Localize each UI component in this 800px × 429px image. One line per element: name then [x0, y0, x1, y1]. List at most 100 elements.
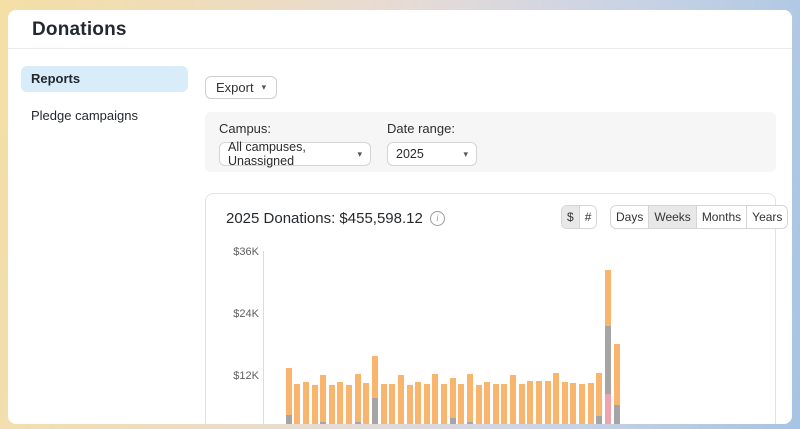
bar-week-7[interactable] [337, 382, 343, 424]
date-range-filter: Date range: 2025 ▾ [387, 121, 477, 166]
bar-week-22[interactable] [467, 374, 473, 424]
campus-select-value: All campuses, Unassigned [228, 140, 357, 168]
bar-segment [493, 384, 499, 424]
bar-segment [329, 385, 335, 424]
bar-week-15[interactable] [407, 385, 413, 424]
bar-week-38[interactable] [605, 270, 611, 424]
bar-segment [605, 394, 611, 424]
bar-segment [467, 374, 473, 422]
bar-segment [303, 382, 309, 424]
bar-week-4[interactable] [312, 385, 318, 424]
y-axis-tick: $12K [206, 370, 259, 382]
bar-segment [553, 373, 559, 424]
bar-segment [355, 374, 361, 422]
bar-segment [605, 270, 611, 327]
bar-week-34[interactable] [570, 383, 576, 424]
bar-week-2[interactable] [294, 384, 300, 424]
sidebar-item-reports[interactable]: Reports [21, 66, 188, 92]
bar-segment [355, 422, 361, 424]
bar-segment [441, 384, 447, 424]
bar-segment [536, 381, 542, 424]
bar-segment [337, 382, 343, 424]
bar-week-3[interactable] [303, 382, 309, 424]
bar-segment [484, 382, 490, 424]
page-frame: Donations Reports Pledge campaigns Expor… [0, 0, 800, 429]
bar-week-8[interactable] [346, 385, 352, 424]
bar-segment [320, 375, 326, 422]
bar-week-39[interactable] [614, 344, 620, 424]
bar-week-21[interactable] [458, 384, 464, 424]
bar-week-25[interactable] [493, 384, 499, 424]
bar-week-31[interactable] [545, 381, 551, 424]
bar-week-28[interactable] [519, 384, 525, 424]
bar-week-10[interactable] [363, 383, 369, 424]
bar-segment [570, 383, 576, 424]
bar-segment [432, 374, 438, 424]
app-header: Donations [8, 10, 792, 49]
bar-week-29[interactable] [527, 381, 533, 424]
bar-week-6[interactable] [329, 385, 335, 424]
bar-segment [596, 373, 602, 416]
date-range-select[interactable]: 2025 ▾ [387, 142, 477, 166]
bar-week-18[interactable] [432, 374, 438, 424]
bar-segment [346, 385, 352, 424]
bar-week-14[interactable] [398, 375, 404, 424]
sidebar-item-pledge-campaigns[interactable]: Pledge campaigns [21, 103, 188, 129]
caret-down-icon: ▾ [262, 83, 267, 92]
bar-week-20[interactable] [450, 378, 456, 424]
bar-segment [294, 384, 300, 424]
bar-week-35[interactable] [579, 384, 585, 424]
bar-segment [605, 326, 611, 394]
bar-week-12[interactable] [381, 384, 387, 424]
bar-segment [450, 378, 456, 418]
bar-segment [467, 422, 473, 424]
y-axis-tick: $24K [206, 308, 259, 320]
bar-segment [450, 418, 456, 424]
bar-segment [389, 384, 395, 424]
bar-week-32[interactable] [553, 373, 559, 424]
bar-segment [519, 384, 525, 424]
bar-week-36[interactable] [588, 383, 594, 424]
bar-segment [510, 375, 516, 424]
bar-week-33[interactable] [562, 382, 568, 424]
bar-week-37[interactable] [596, 373, 602, 424]
app-window: Donations Reports Pledge campaigns Expor… [8, 10, 792, 424]
bar-segment [407, 385, 413, 424]
date-range-label: Date range: [387, 121, 477, 136]
bar-week-27[interactable] [510, 375, 516, 424]
bar-segment [312, 385, 318, 424]
bar-segment [372, 356, 378, 398]
campus-filter: Campus: All campuses, Unassigned ▾ [219, 121, 371, 166]
filter-panel: Campus: All campuses, Unassigned ▾ Date … [205, 112, 776, 172]
caret-down-icon: ▾ [357, 150, 362, 159]
bar-segment [286, 415, 292, 424]
bar-week-19[interactable] [441, 384, 447, 424]
campus-select[interactable]: All campuses, Unassigned ▾ [219, 142, 371, 166]
bar-week-16[interactable] [415, 382, 421, 424]
bar-segment [562, 382, 568, 424]
page-title: Donations [32, 19, 127, 41]
bar-week-30[interactable] [536, 381, 542, 424]
bar-segment [614, 405, 620, 424]
export-button[interactable]: Export ▾ [205, 76, 277, 99]
bar-segment [545, 381, 551, 424]
sidebar-item-label: Reports [31, 71, 80, 86]
bar-week-9[interactable] [355, 374, 361, 424]
bar-segment [320, 422, 326, 424]
y-axis-line [263, 251, 264, 424]
bar-week-17[interactable] [424, 384, 430, 424]
sidebar-item-label: Pledge campaigns [31, 108, 138, 123]
bar-segment [476, 385, 482, 424]
bar-week-23[interactable] [476, 385, 482, 424]
bar-week-5[interactable] [320, 375, 326, 424]
bar-week-24[interactable] [484, 382, 490, 424]
donations-chart-card: 2025 Donations: $455,598.12 i $# DaysWee… [205, 193, 776, 424]
bar-week-13[interactable] [389, 384, 395, 424]
bar-week-26[interactable] [501, 384, 507, 424]
bar-segment [588, 383, 594, 424]
bar-segment [458, 384, 464, 424]
export-button-label: Export [216, 80, 254, 95]
bar-segment [596, 416, 602, 424]
bar-week-11[interactable] [372, 356, 378, 424]
bar-week-1[interactable] [286, 368, 292, 424]
